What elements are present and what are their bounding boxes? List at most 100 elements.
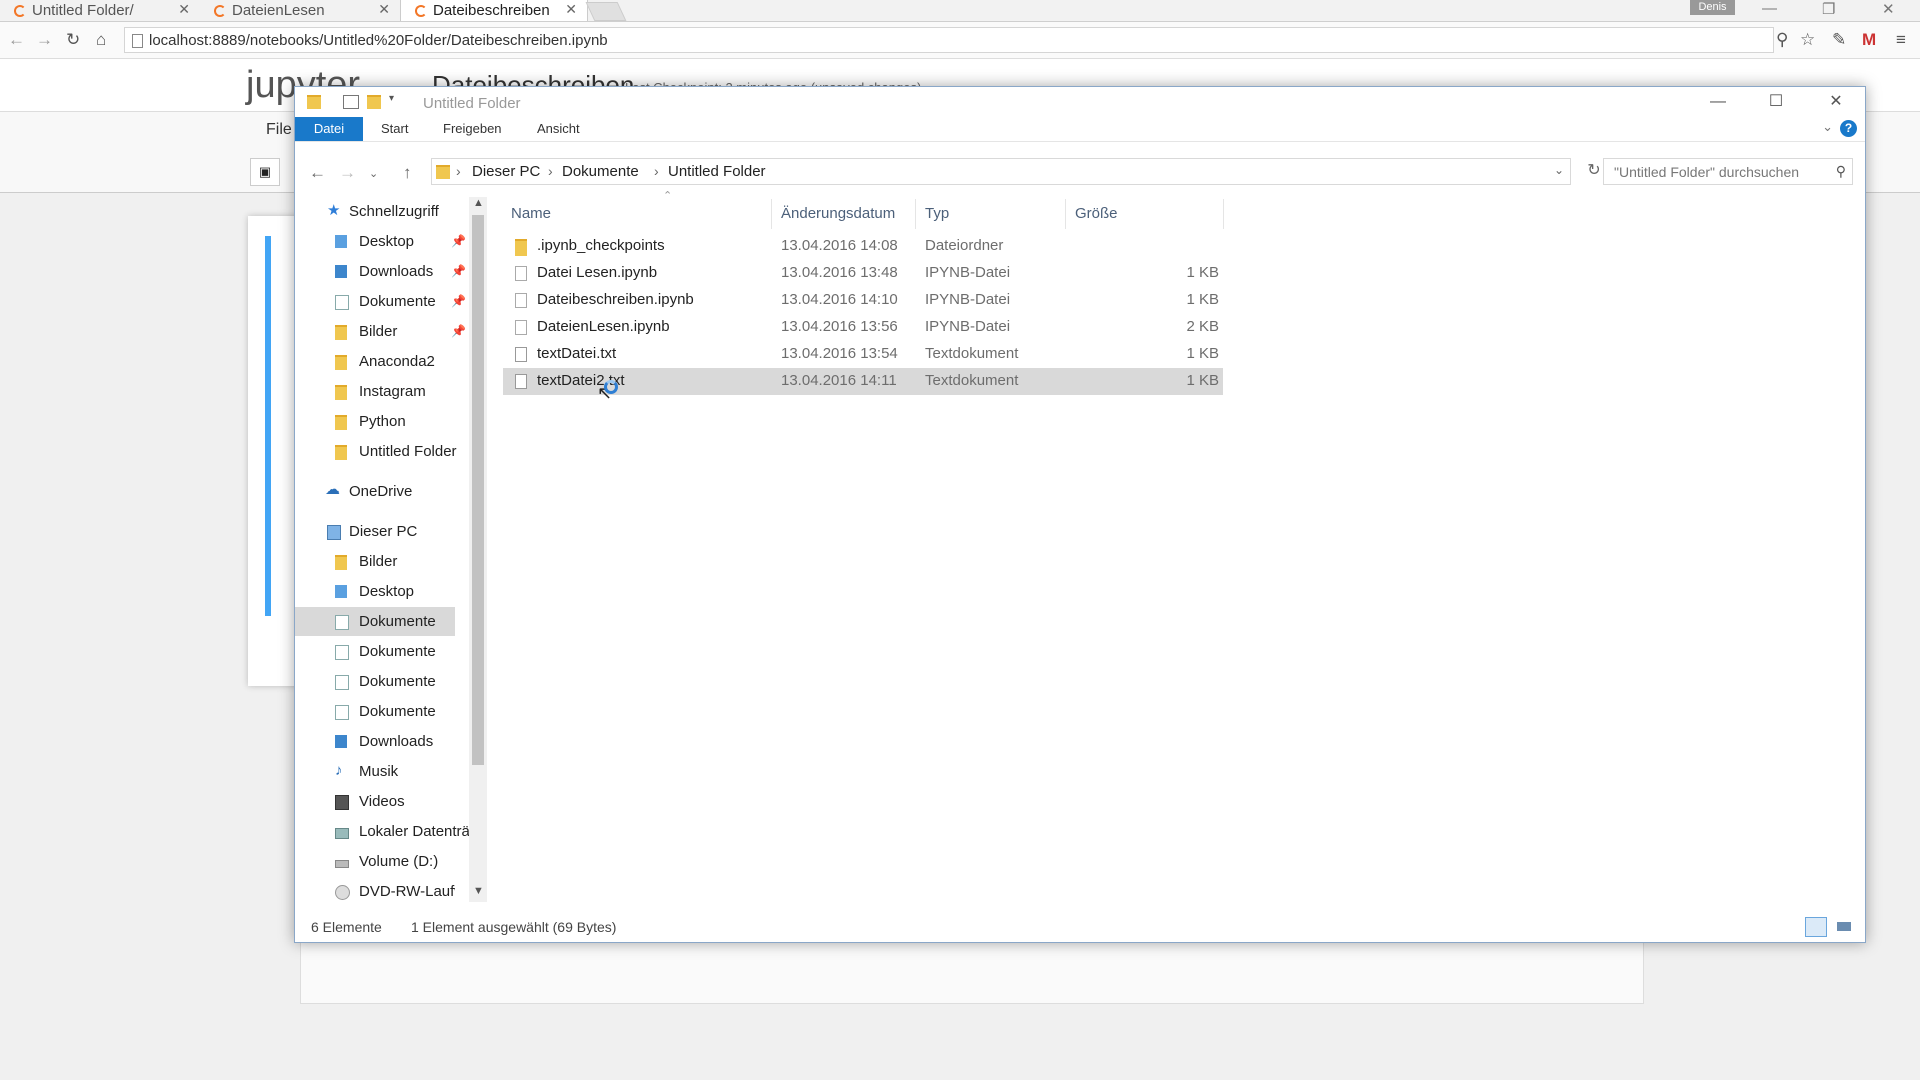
search-input[interactable]: "Untitled Folder" durchsuchen ⚲: [1603, 158, 1853, 185]
explorer-minimize-icon[interactable]: —: [1695, 89, 1741, 115]
back-icon[interactable]: ←: [8, 30, 25, 50]
breadcrumb-dokumente[interactable]: Dokumente: [562, 163, 639, 180]
close-tab-icon[interactable]: ✕: [378, 1, 390, 18]
tab-dateienlesen[interactable]: DateienLesen ✕: [200, 0, 400, 21]
file-row[interactable]: DateienLesen.ipynb 13.04.2016 13:56 IPYN…: [503, 314, 1223, 341]
explorer-close-icon[interactable]: ✕: [1813, 89, 1859, 115]
column-name[interactable]: Name: [511, 205, 551, 222]
file-row[interactable]: Dateibeschreiben.ipynb 13.04.2016 14:10 …: [503, 287, 1223, 314]
column-type[interactable]: Typ: [925, 205, 949, 222]
gmail-icon[interactable]: M: [1862, 30, 1876, 50]
nav-bilder[interactable]: Bilder 📌: [295, 317, 466, 346]
nav-pc-local-drive[interactable]: Lokaler Datenträ: [295, 817, 470, 846]
breadcrumb-separator[interactable]: ›: [654, 163, 659, 179]
nav-label: Volume (D:): [359, 853, 439, 870]
column-date[interactable]: Änderungsdatum: [781, 205, 895, 222]
ribbon-tab-datei[interactable]: Datei: [295, 117, 363, 141]
pin-icon[interactable]: 📌: [451, 294, 466, 308]
documents-icon: [335, 295, 349, 310]
column-separator[interactable]: [1065, 199, 1066, 229]
nav-quick-access[interactable]: ★ Schnellzugriff: [295, 197, 455, 226]
close-tab-icon[interactable]: ✕: [178, 1, 190, 18]
nav-desktop[interactable]: Desktop 📌: [295, 227, 466, 256]
column-separator[interactable]: [915, 199, 916, 229]
nav-untitled-folder[interactable]: Untitled Folder: [295, 437, 457, 466]
nav-pc-bilder[interactable]: Bilder: [295, 547, 455, 576]
nav-pc-downloads[interactable]: Downloads: [295, 727, 455, 756]
customize-qa-icon[interactable]: ▾: [389, 93, 403, 105]
nav-pc-videos[interactable]: Videos: [295, 787, 455, 816]
menu-file[interactable]: File: [266, 121, 292, 139]
tab-dateibeschreiben[interactable]: Dateibeschreiben ✕: [400, 0, 588, 21]
nav-pc-desktop[interactable]: Desktop: [295, 577, 455, 606]
new-folder-icon[interactable]: [367, 95, 381, 109]
nav-scrollbar-thumb[interactable]: [472, 215, 484, 765]
address-bar[interactable]: localhost:8889/notebooks/Untitled%20Fold…: [124, 27, 1774, 53]
tab-label: Dateibeschreiben: [433, 2, 550, 19]
explorer-forward-icon[interactable]: →: [339, 163, 356, 183]
breadcrumb-separator[interactable]: ›: [456, 163, 461, 179]
nav-pc-dokumente[interactable]: Dokumente: [295, 667, 455, 696]
nav-pc-dokumente-selected[interactable]: Dokumente: [295, 607, 455, 636]
nav-instagram[interactable]: Instagram: [295, 377, 455, 406]
expand-ribbon-icon[interactable]: ⌄: [1822, 119, 1833, 135]
explorer-address-bar[interactable]: › Dieser PC › Dokumente › Untitled Folde…: [431, 158, 1571, 185]
nav-pc-volume-d[interactable]: Volume (D:): [295, 847, 455, 876]
forward-icon[interactable]: →: [36, 30, 53, 50]
nav-anaconda2[interactable]: Anaconda2: [295, 347, 455, 376]
close-tab-icon[interactable]: ✕: [565, 1, 577, 18]
nav-onedrive[interactable]: ☁ OneDrive: [295, 477, 455, 506]
save-icon[interactable]: ▣: [250, 158, 280, 186]
nav-pc-musik[interactable]: ♪ Musik: [295, 757, 455, 786]
address-dropdown-icon[interactable]: ⌄: [1554, 163, 1564, 177]
new-tab-button[interactable]: [585, 2, 627, 21]
explorer-maximize-icon[interactable]: ☐: [1753, 89, 1799, 115]
user-badge[interactable]: Denis: [1690, 0, 1735, 15]
ribbon-tab-freigeben[interactable]: Freigeben: [443, 121, 502, 136]
ribbon-tab-start[interactable]: Start: [381, 121, 408, 136]
nav-downloads[interactable]: Downloads 📌: [295, 257, 466, 286]
column-separator[interactable]: [771, 199, 772, 229]
scroll-up-icon[interactable]: ▲: [473, 197, 484, 209]
nav-python[interactable]: Python: [295, 407, 455, 436]
details-view-icon[interactable]: [1805, 917, 1827, 937]
nav-pc-dvd[interactable]: DVD-RW-Laufwe: [295, 877, 455, 906]
file-row[interactable]: Datei Lesen.ipynb 13.04.2016 13:48 IPYNB…: [503, 260, 1223, 287]
selection-info: 1 Element ausgewählt (69 Bytes): [411, 919, 617, 935]
reload-icon[interactable]: ↻: [66, 30, 80, 50]
menu-icon[interactable]: ≡: [1896, 30, 1906, 50]
extension-icon[interactable]: ✎: [1832, 30, 1846, 50]
properties-icon[interactable]: [343, 95, 359, 109]
file-row[interactable]: textDatei.txt 13.04.2016 13:54 Textdokum…: [503, 341, 1223, 368]
pin-icon[interactable]: 📌: [451, 234, 466, 248]
explorer-back-icon[interactable]: ←: [309, 163, 326, 183]
nav-dieser-pc[interactable]: Dieser PC: [295, 517, 455, 546]
close-window-icon[interactable]: ✕: [1882, 0, 1895, 18]
column-separator[interactable]: [1223, 199, 1224, 229]
help-icon[interactable]: ?: [1840, 120, 1857, 137]
nav-dokumente[interactable]: Dokumente 📌: [295, 287, 466, 316]
large-icons-view-icon[interactable]: [1833, 917, 1855, 937]
nav-label: Anaconda2: [359, 353, 435, 370]
restore-icon[interactable]: ❐: [1822, 0, 1835, 18]
up-icon[interactable]: ↑: [403, 163, 412, 183]
home-icon[interactable]: ⌂: [96, 30, 106, 50]
nav-scrollbar[interactable]: ▲ ▼: [469, 197, 487, 902]
bookmark-star-icon[interactable]: ☆: [1800, 30, 1815, 50]
scroll-down-icon[interactable]: ▼: [473, 885, 484, 897]
breadcrumb-separator[interactable]: ›: [548, 163, 553, 179]
column-size[interactable]: Größe: [1075, 205, 1118, 222]
zoom-icon[interactable]: ⚲: [1776, 30, 1788, 50]
breadcrumb-untitled-folder[interactable]: Untitled Folder: [668, 163, 766, 180]
breadcrumb-dieser-pc[interactable]: Dieser PC: [472, 163, 540, 180]
window-title: Untitled Folder: [423, 95, 521, 112]
pin-icon[interactable]: 📌: [451, 264, 466, 278]
ribbon-tab-ansicht[interactable]: Ansicht: [537, 121, 580, 136]
minimize-icon[interactable]: —: [1762, 0, 1777, 17]
pin-icon[interactable]: 📌: [451, 324, 466, 338]
nav-pc-dokumente[interactable]: Dokumente: [295, 637, 455, 666]
file-row[interactable]: .ipynb_checkpoints 13.04.2016 14:08 Date…: [503, 233, 1223, 260]
nav-pc-dokumente[interactable]: Dokumente: [295, 697, 455, 726]
tab-untitled-folder[interactable]: Untitled Folder/ ✕: [0, 0, 200, 21]
recent-locations-icon[interactable]: ⌄: [369, 167, 378, 180]
